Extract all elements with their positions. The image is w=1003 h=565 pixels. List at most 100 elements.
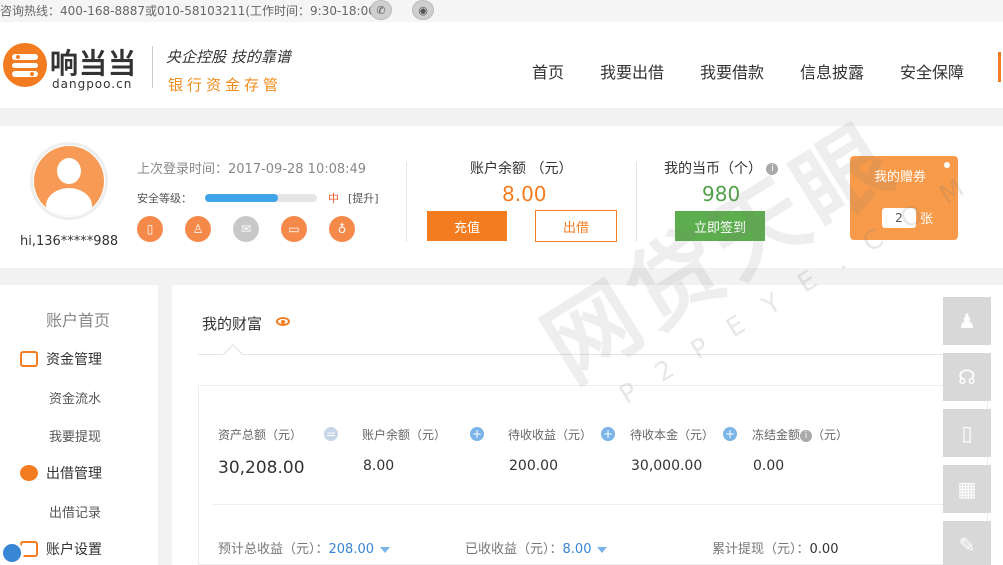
security-progress-fill bbox=[205, 194, 278, 202]
nav-active-indicator bbox=[998, 52, 1001, 82]
divider bbox=[406, 162, 407, 242]
slogan-bottom: 银行资金存管 bbox=[168, 76, 283, 94]
coins-label: 我的当币（个） i bbox=[664, 158, 779, 178]
sidebar-group-funds[interactable]: 资金管理 bbox=[20, 349, 102, 369]
info-icon[interactable]: i bbox=[800, 429, 813, 442]
sidebar-item-invest-records[interactable]: 出借记录 bbox=[49, 502, 101, 521]
stat-label-frozen: 冻结金额 i （元） bbox=[752, 426, 848, 443]
sidebar-group-settings[interactable]: 账户设置 bbox=[20, 539, 102, 559]
tab-underline bbox=[198, 354, 988, 355]
floating-search-icon[interactable] bbox=[0, 541, 24, 565]
equals-icon: = bbox=[324, 427, 338, 441]
sidebar-item-withdraw[interactable]: 我要提现 bbox=[49, 426, 101, 445]
coins-label-text: 我的当币（个） bbox=[664, 161, 762, 177]
nav-disclosure[interactable]: 信息披露 bbox=[800, 59, 864, 83]
stat-value-pending-principal: 30,000.00 bbox=[631, 458, 703, 474]
nav-borrow[interactable]: 我要借款 bbox=[700, 59, 764, 83]
password-icon[interactable]: ♁ bbox=[329, 216, 355, 242]
received-income-label: 已收收益（元）： bbox=[465, 542, 563, 557]
customer-service-icon[interactable]: ☊ bbox=[943, 353, 991, 401]
info-icon[interactable]: i bbox=[766, 163, 779, 175]
stat-label-pending-principal: 待收本金（元） bbox=[630, 428, 715, 442]
identity-icon[interactable]: ♙ bbox=[185, 216, 211, 242]
received-income-value: 8.00 bbox=[562, 542, 592, 557]
balance-value: 8.00 bbox=[502, 182, 547, 206]
security-level: 中 bbox=[328, 192, 339, 205]
user-add-icon[interactable]: ♟ bbox=[943, 297, 991, 345]
qrcode-icon[interactable]: ▦ bbox=[943, 465, 991, 513]
stat-value-frozen: 0.00 bbox=[753, 458, 785, 474]
slogan-top: 央企控股 技的靠谱 bbox=[166, 48, 291, 66]
sidebar-group-label: 账户设置 bbox=[46, 542, 102, 558]
coupon-unit: 张 bbox=[920, 212, 934, 227]
sidebar-item-home[interactable]: 账户首页 bbox=[46, 307, 110, 331]
security-progress-bar bbox=[205, 194, 317, 202]
wallet-icon bbox=[20, 351, 38, 367]
coupon-count: 2 bbox=[882, 208, 916, 228]
top-bar: 咨询热线：400-168-8887或010-58103211(工作时间：9:30… bbox=[0, 0, 1003, 22]
total-withdrawn-value: 0.00 bbox=[809, 542, 839, 557]
plus-icon: + bbox=[723, 427, 737, 441]
expected-income[interactable]: 预计总收益（元）：208.00 bbox=[218, 538, 391, 557]
wealth-title: 我的财富 bbox=[202, 315, 263, 333]
logo-divider bbox=[152, 46, 153, 88]
recharge-button[interactable]: 充值 bbox=[427, 211, 507, 241]
phone-icon[interactable]: ▯ bbox=[137, 216, 163, 242]
brand-domain: dangpoo.cn bbox=[52, 77, 133, 91]
received-income[interactable]: 已收收益（元）：8.00 bbox=[465, 538, 608, 557]
account-sidebar: 账户首页 资金管理 资金流水 我要提现 出借管理 出借记录 账户设置 bbox=[0, 285, 158, 565]
stat-label-frozen-unit: （元） bbox=[812, 428, 849, 442]
wechat-icon[interactable]: ✆ bbox=[370, 0, 392, 20]
stat-value-total: 30,208.00 bbox=[218, 458, 305, 478]
logo-icon[interactable] bbox=[2, 42, 48, 88]
edit-icon[interactable]: ✎ bbox=[943, 521, 991, 565]
wealth-stats: 资产总额（元） 30,208.00 = 账户余额（元） 8.00 + 待收收益（… bbox=[198, 385, 988, 565]
stat-label-total: 资产总额（元） bbox=[218, 428, 303, 442]
bank-card-icon[interactable]: ▭ bbox=[281, 216, 307, 242]
expected-income-label: 预计总收益（元）： bbox=[218, 542, 329, 557]
sidebar-group-label: 出借管理 bbox=[46, 466, 102, 482]
security-upgrade-link[interactable]: [提升] bbox=[348, 190, 379, 206]
mobile-icon[interactable]: ▯ bbox=[943, 409, 991, 457]
last-login-time: 上次登录时间：2017-09-28 10:08:49 bbox=[137, 162, 367, 177]
coupon-title: 我的赠券 bbox=[874, 170, 927, 185]
nav-home[interactable]: 首页 bbox=[532, 59, 564, 83]
weibo-icon[interactable]: ◉ bbox=[412, 0, 434, 20]
stats-divider bbox=[213, 504, 973, 505]
sidebar-item-fund-flow[interactable]: 资金流水 bbox=[49, 388, 101, 407]
nav-security[interactable]: 安全保障 bbox=[900, 59, 964, 83]
avatar[interactable] bbox=[34, 146, 104, 216]
nav-invest[interactable]: 我要出借 bbox=[600, 59, 664, 83]
invest-icon bbox=[20, 465, 38, 481]
avatar-body bbox=[46, 188, 92, 216]
coins-value: 980 bbox=[702, 182, 741, 206]
sidebar-group-invest[interactable]: 出借管理 bbox=[20, 463, 102, 483]
avatar-head bbox=[57, 158, 81, 184]
signin-button[interactable]: 立即签到 bbox=[675, 211, 765, 241]
hotline-text: 咨询热线：400-168-8887或010-58103211(工作时间：9:30… bbox=[0, 4, 381, 18]
sidebar-group-label: 资金管理 bbox=[46, 352, 102, 368]
plus-icon: + bbox=[601, 427, 615, 441]
total-withdrawn: 累计提现（元）：0.00 bbox=[712, 538, 838, 557]
stat-label-balance: 账户余额（元） bbox=[362, 428, 447, 442]
eye-icon[interactable] bbox=[276, 317, 290, 326]
brand-name[interactable]: 响当当 bbox=[50, 42, 137, 82]
user-panel: hi,136*****988 上次登录时间：2017-09-28 10:08:4… bbox=[0, 126, 1003, 268]
stat-value-pending-income: 200.00 bbox=[509, 458, 558, 474]
stat-label-frozen-text: 冻结金额 bbox=[752, 428, 801, 442]
user-greeting: hi,136*****988 bbox=[20, 234, 119, 249]
stat-label-pending-income: 待收收益（元） bbox=[508, 428, 593, 442]
balance-label: 账户余额 （元） bbox=[470, 161, 573, 177]
divider bbox=[636, 162, 637, 242]
site-header: 响当当 dangpoo.cn 央企控股 技的靠谱 银行资金存管 首页 我要出借 … bbox=[0, 22, 1003, 108]
wealth-panel: 我的财富 资产总额（元） 30,208.00 = 账户余额（元） 8.00 + … bbox=[172, 285, 1003, 565]
chevron-down-icon[interactable] bbox=[380, 546, 391, 553]
invest-button[interactable]: 出借 bbox=[535, 210, 617, 242]
coupon-card[interactable]: 我的赠券 2 张 bbox=[850, 156, 958, 240]
email-icon[interactable]: ✉ bbox=[233, 216, 259, 242]
stat-value-balance: 8.00 bbox=[363, 458, 395, 474]
chevron-down-icon[interactable] bbox=[597, 546, 608, 553]
total-withdrawn-label: 累计提现（元）： bbox=[712, 542, 810, 557]
expected-income-value: 208.00 bbox=[328, 542, 375, 557]
security-label: 安全等级： bbox=[137, 192, 192, 205]
